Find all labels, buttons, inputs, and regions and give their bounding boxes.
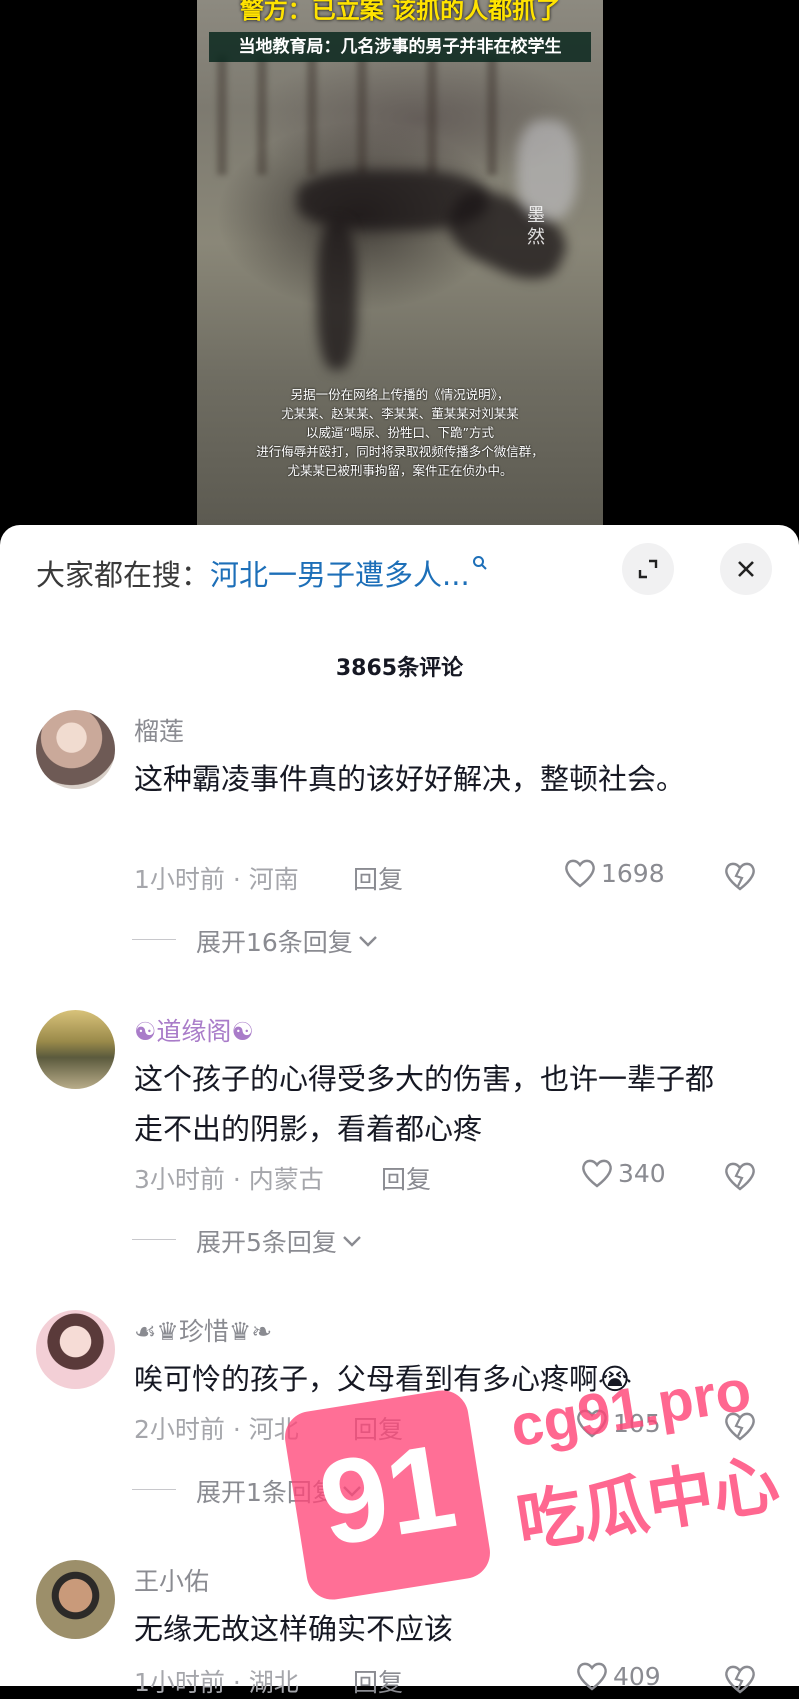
video-background-tree: [257, 55, 267, 175]
comment-text: 这个孩子的心得受多大的伤害，也许一辈子都走不出的阴影，看着都心疼: [134, 1062, 715, 1146]
like-count: 1698: [601, 858, 665, 888]
video-background-tree: [427, 55, 437, 175]
comment-author[interactable]: ☙♛珍惜♛❧: [134, 1312, 272, 1348]
close-icon[interactable]: [720, 543, 772, 595]
avatar[interactable]: [36, 1560, 115, 1639]
video-subheadline: 当地教育局：几名涉事的男子并非在校学生: [209, 32, 591, 62]
like-count: 409: [613, 1661, 661, 1691]
caption-line: 进行侮辱并殴打，同时将录取视频传播多个微信群，: [256, 444, 544, 459]
chevron-down-icon: [343, 1236, 361, 1247]
broken-heart-icon[interactable]: [722, 1663, 758, 1699]
avatar[interactable]: [36, 1010, 115, 1089]
trending-search[interactable]: 大家都在搜： 河北一男子遭多人...: [36, 553, 488, 593]
video-headline: 警方：已立案 该抓的人都抓了: [239, 0, 561, 24]
expand-replies-button[interactable]: 展开16条回复: [132, 923, 379, 959]
avatar[interactable]: [36, 710, 115, 789]
comment-time-location: 2小时前 · 河北: [134, 1415, 299, 1444]
avatar[interactable]: [36, 1310, 115, 1389]
caption-line: 尤某某已被刑事拘留，案件正在侦办中。: [287, 463, 513, 478]
comment-count: 3865条评论: [335, 656, 464, 681]
reply-button[interactable]: 回复: [353, 1663, 403, 1699]
like-button[interactable]: 340: [580, 1157, 666, 1189]
video-background-tree: [307, 55, 317, 175]
video-side-mark: 墨然: [527, 205, 545, 248]
reply-button[interactable]: 回复: [353, 860, 403, 896]
comment-author[interactable]: 王小佑: [134, 1562, 209, 1598]
divider-line: [132, 939, 176, 940]
comment-time-location: 1小时前 · 湖北: [134, 1668, 299, 1697]
caption-line: 尤某某、赵某某、李某某、董某某对刘某某: [281, 406, 519, 421]
caption-line: 另据一份在网络上传播的《情况说明》，: [290, 387, 510, 402]
trending-search-label: 大家都在搜：: [36, 558, 211, 592]
divider-line: [132, 1239, 176, 1240]
expand-replies-button[interactable]: 展开5条回复: [132, 1223, 363, 1259]
broken-heart-icon[interactable]: [722, 1160, 758, 1196]
comment-time-location: 1小时前 · 河南: [134, 865, 299, 894]
heart-icon: [565, 859, 595, 888]
search-icon[interactable]: [472, 555, 488, 575]
comment-author[interactable]: ☯道缘阁☯: [134, 1012, 254, 1048]
expand-icon[interactable]: [622, 543, 674, 595]
video-background-tree: [357, 55, 367, 175]
like-button[interactable]: 409: [575, 1660, 661, 1692]
video-figure: [317, 220, 357, 370]
comment-text: 这种霸凌事件真的该好好解决，整顿社会。: [134, 762, 686, 796]
video-background-tree: [217, 55, 227, 175]
expand-replies-label: 展开5条回复: [196, 1228, 337, 1257]
video-background-tree: [487, 55, 497, 175]
watermark-badge: 91: [281, 1386, 494, 1604]
like-count: 340: [618, 1158, 666, 1188]
like-button[interactable]: 1698: [563, 857, 665, 889]
divider-line: [132, 1489, 176, 1490]
video-player[interactable]: 警方：已立案 该抓的人都抓了 当地教育局：几名涉事的男子并非在校学生 墨然 另据…: [197, 0, 603, 540]
trending-search-term[interactable]: 河北一男子遭多人...: [210, 552, 470, 594]
comment-text: 无缘无故这样确实不应该: [134, 1612, 454, 1646]
chevron-down-icon: [358, 936, 377, 947]
caption-line: 以威逼“喝尿、扮牲口、下跪”方式: [306, 425, 494, 440]
comment-author[interactable]: 榴莲: [134, 712, 184, 748]
heart-icon: [577, 1662, 607, 1691]
expand-replies-label: 展开16条回复: [196, 928, 353, 957]
video-caption: 另据一份在网络上传播的《情况说明》， 尤某某、赵某某、李某某、董某某对刘某某 以…: [207, 385, 593, 480]
comment-time-location: 3小时前 · 内蒙古: [134, 1165, 324, 1194]
broken-heart-icon[interactable]: [722, 860, 758, 896]
heart-icon: [582, 1159, 612, 1188]
reply-button[interactable]: 回复: [381, 1160, 431, 1196]
